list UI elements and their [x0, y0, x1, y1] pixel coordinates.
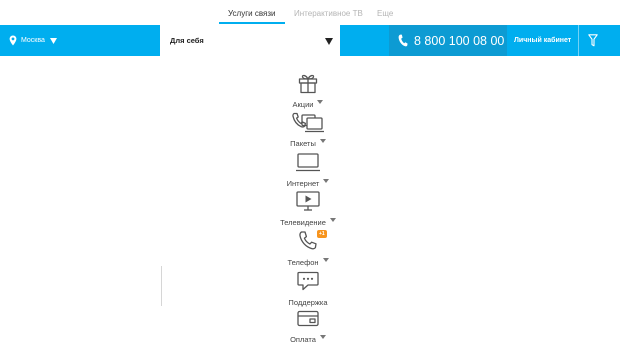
chevron-down-icon [319, 334, 326, 339]
header-bar: Москва Для себя 8 800 100 08 00 Личный к… [0, 25, 620, 56]
card-icon [297, 310, 319, 327]
menu-label-support: Поддержка [288, 298, 328, 307]
divider [578, 25, 579, 56]
chevron-down-icon [325, 38, 333, 45]
menu-label-television: Телевидение [280, 218, 326, 227]
chat-icon [297, 271, 319, 291]
phone-icon [398, 34, 408, 47]
phone-block[interactable]: 8 800 100 08 00 [389, 25, 507, 56]
tab-more[interactable]: Еще [377, 9, 393, 18]
menu-label-packages: Пакеты [290, 139, 316, 148]
menu-item-phone[interactable]: +1 Телефон [260, 230, 356, 270]
chevron-down-icon [317, 99, 324, 104]
chevron-down-icon [329, 217, 336, 222]
tab-interactive-tv[interactable]: Интерактивное ТВ [294, 9, 363, 18]
gift-icon [298, 74, 318, 94]
menu-item-support[interactable]: Поддержка [260, 270, 356, 310]
filter-icon[interactable] [588, 34, 598, 47]
laptop-icon [296, 153, 320, 172]
new-badge: +1 [317, 230, 327, 238]
city-label: Москва [21, 37, 45, 44]
chevron-down-icon [319, 138, 326, 143]
chevron-down-icon [322, 257, 329, 262]
phone-icon [299, 231, 317, 250]
location-pin-icon [9, 35, 17, 46]
city-selector[interactable]: Москва [9, 25, 61, 56]
menu-label-internet: Интернет [286, 179, 320, 188]
segment-label: Для себя [170, 36, 204, 45]
phone-number: 8 800 100 08 00 [414, 33, 505, 48]
active-tab-indicator [219, 22, 285, 24]
menu-item-internet[interactable]: Интернет [260, 151, 356, 191]
top-tabs: Услуги связи Интерактивное ТВ Еще [0, 0, 620, 25]
menu-item-payment[interactable]: Оплата [260, 309, 356, 343]
menu-item-packages[interactable]: Пакеты [260, 111, 356, 151]
menu-label-payment: Оплата [290, 335, 316, 343]
menu-item-promotions[interactable]: Акции [260, 72, 356, 112]
menu-label-promotions: Акции [292, 100, 314, 109]
tab-uslugi-svyazi[interactable]: Услуги связи [228, 9, 275, 18]
divider [161, 266, 162, 306]
packages-icon [292, 112, 324, 133]
segment-dropdown[interactable]: Для себя [160, 25, 340, 56]
menu-label-phone: Телефон [287, 258, 319, 267]
chevron-down-icon [323, 178, 330, 183]
chevron-down-icon [49, 37, 57, 44]
menu-item-television[interactable]: Телевидение [260, 190, 356, 230]
tv-play-icon [296, 191, 320, 211]
personal-account-link[interactable]: Личный кабинет [514, 37, 571, 44]
